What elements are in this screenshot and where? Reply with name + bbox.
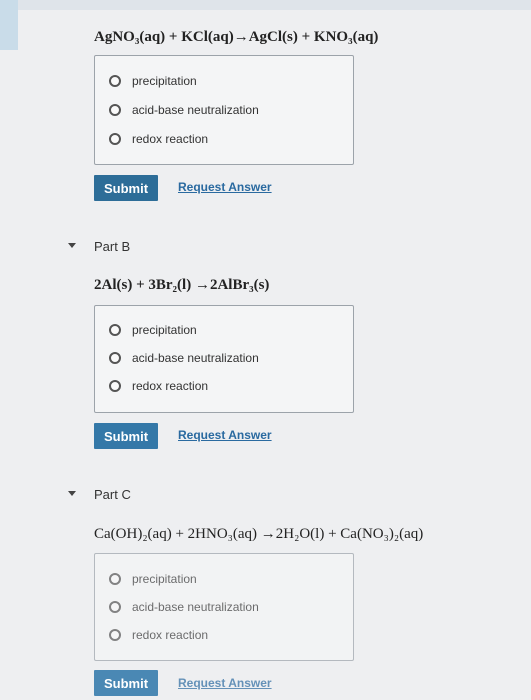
part-b-options-box: precipitation acid-base neutralization r… [94,305,354,413]
part-b-submit-button[interactable]: Submit [94,423,158,449]
part-b-option-redox[interactable]: redox reaction [109,378,208,394]
part-b-option-acid-base[interactable]: acid-base neutralization [109,350,259,366]
radio-icon[interactable] [109,104,121,116]
part-a-options-box: precipitation acid-base neutralization r… [94,55,354,165]
part-a-option-acid-base[interactable]: acid-base neutralization [109,102,259,118]
part-b-request-answer-link[interactable]: Request Answer [178,428,272,442]
radio-icon[interactable] [109,133,121,145]
option-label: acid-base neutralization [132,351,259,365]
radio-icon[interactable] [109,75,121,87]
part-b-equation: 2Al(s) + 3Br₂(l) →2AlBr₃(s) [94,277,270,293]
radio-icon[interactable] [109,380,121,392]
part-a-option-precipitation[interactable]: precipitation [109,73,197,89]
radio-icon[interactable] [109,324,121,336]
part-b-option-precipitation[interactable]: precipitation [109,322,197,338]
top-bar [0,0,531,10]
option-label: acid-base neutralization [132,600,259,614]
part-c-options-box: precipitation acid-base neutralization r… [94,553,354,661]
part-b-title: Part B [94,239,131,254]
part-a-submit-button[interactable]: Submit [94,175,158,201]
part-c-request-answer-link[interactable]: Request Answer [178,676,272,690]
left-stripe [0,0,18,50]
option-label: redox reaction [132,379,209,393]
part-a-option-redox[interactable]: redox reaction [109,131,208,147]
option-label: redox reaction [132,628,209,642]
option-label: precipitation [132,323,197,337]
radio-icon[interactable] [109,629,121,641]
radio-icon[interactable] [109,601,121,613]
part-b-collapse-caret-icon[interactable] [68,243,76,248]
part-c-option-redox[interactable]: redox reaction [109,627,208,643]
part-c-collapse-caret-icon[interactable] [68,491,76,496]
radio-icon[interactable] [109,573,121,585]
part-c-submit-button[interactable]: Submit [94,670,158,696]
option-label: redox reaction [132,132,209,146]
part-c-option-acid-base[interactable]: acid-base neutralization [109,599,259,615]
part-a-request-answer-link[interactable]: Request Answer [178,180,272,194]
option-label: precipitation [132,74,197,88]
part-c-equation: Ca(OH)₂(aq) + 2HNO₃(aq) →2H₂O(l) + Ca(NO… [94,526,424,542]
part-a-equation: AgNO₃(aq) + KCl(aq)→AgCl(s) + KNO₃(aq) [94,29,379,45]
option-label: precipitation [132,572,197,586]
radio-icon[interactable] [109,352,121,364]
option-label: acid-base neutralization [132,103,259,117]
part-c-option-precipitation[interactable]: precipitation [109,571,197,587]
part-c-title: Part C [94,487,131,502]
